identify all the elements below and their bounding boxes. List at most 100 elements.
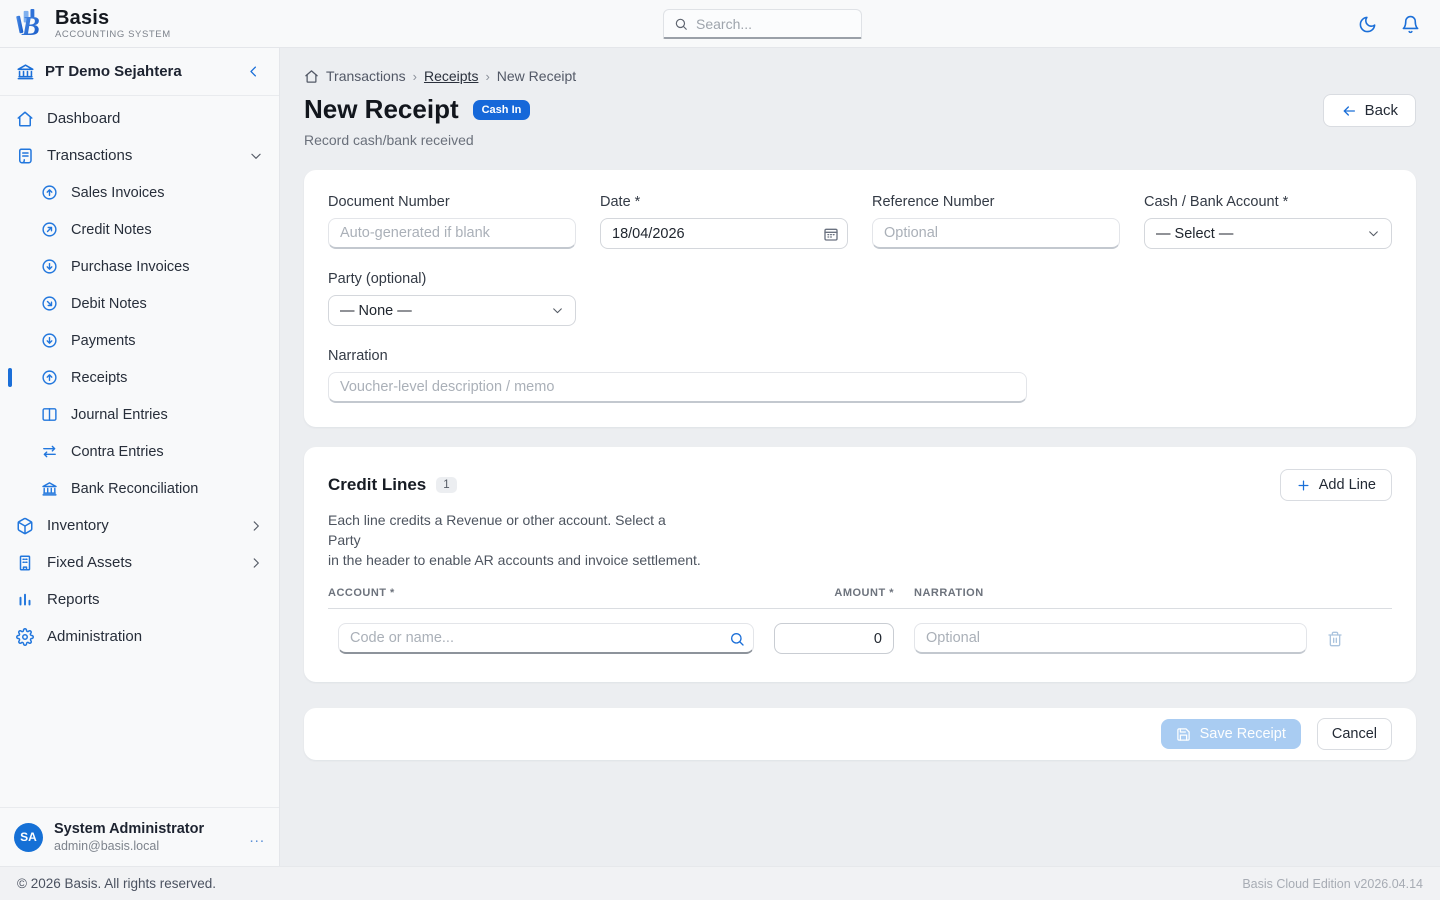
sidebar-item-receipts[interactable]: Receipts [0,359,279,396]
chevron-left-icon [246,64,261,79]
sidebar-item-label: Fixed Assets [47,554,132,571]
actions-card: Save Receipt Cancel [304,708,1416,760]
copyright: © 2026 Basis. All rights reserved. [17,876,216,891]
sidebar-item-label: Administration [47,628,142,645]
magnifier-icon [729,631,745,647]
cash-in-badge: Cash In [473,100,531,120]
sidebar-item-debit-notes[interactable]: Debit Notes [0,285,279,322]
dark-mode-toggle[interactable] [1356,13,1379,36]
chevron-down-icon [551,304,564,317]
breadcrumb-current: New Receipt [497,68,576,84]
document-number-label: Document Number [328,194,576,210]
back-button[interactable]: Back [1323,94,1416,127]
document-number-input[interactable] [328,218,576,249]
svg-text:B: B [21,11,40,40]
sidebar-item-purchase-invoices[interactable]: Purchase Invoices [0,248,279,285]
bar-chart-icon [16,591,34,609]
sidebar-item-inventory[interactable]: Inventory [0,507,279,544]
moon-icon [1358,15,1377,34]
sidebar-item-label: Sales Invoices [71,185,165,201]
chevron-right-icon [249,556,263,570]
trash-icon [1327,631,1343,647]
sidebar-item-dashboard[interactable]: Dashboard [0,100,279,137]
party-select[interactable]: — None — [328,295,576,326]
book-open-icon [41,406,58,423]
save-receipt-button[interactable]: Save Receipt [1161,719,1301,749]
sidebar-item-transactions[interactable]: Transactions [0,137,279,174]
arrow-down-circle-icon [41,258,58,275]
chevron-right-icon [249,519,263,533]
sidebar-item-sales-invoices[interactable]: Sales Invoices [0,174,279,211]
user-panel: SA System Administrator admin@basis.loca… [0,807,279,866]
sidebar-nav: Dashboard Transactions Sales Invoices C [0,96,279,807]
building-icon [16,554,34,572]
column-amount: AMOUNT * [774,587,894,599]
search-icon [674,16,688,32]
chevron-down-icon [249,149,263,163]
column-account: ACCOUNT * [328,587,754,599]
arrow-down-right-circle-icon [41,295,58,312]
scroll-icon [16,147,34,165]
sidebar-item-contra-entries[interactable]: Contra Entries [0,433,279,470]
credit-lines-card: Credit Lines 1 Add Line Each line credit… [304,447,1416,682]
floppy-icon [1176,727,1191,742]
column-narration: NARRATION [914,587,1307,599]
arrow-down-circle-icon [41,332,58,349]
sidebar-item-label: Reports [47,591,100,608]
ellipsis-icon: ... [249,829,265,846]
sidebar-item-label: Journal Entries [71,407,168,423]
package-icon [16,517,34,535]
sidebar: PT Demo Sejahtera Dashboard Transactions [0,48,280,866]
line-count-badge: 1 [436,477,456,493]
sidebar-item-label: Bank Reconciliation [71,481,198,497]
add-line-button[interactable]: Add Line [1280,469,1392,501]
cancel-button[interactable]: Cancel [1317,718,1392,750]
cash-bank-account-label: Cash / Bank Account * [1144,194,1392,210]
delete-line-button[interactable] [1327,631,1343,647]
sidebar-item-reports[interactable]: Reports [0,581,279,618]
topbar-actions [1356,0,1422,48]
page-title: New Receipt [304,94,459,125]
arrow-left-icon [1341,103,1357,119]
version-label: Basis Cloud Edition v2026.04.14 [1242,877,1423,891]
sidebar-item-credit-notes[interactable]: Credit Notes [0,211,279,248]
sidebar-item-label: Dashboard [47,110,120,127]
sidebar-collapse-button[interactable] [244,62,263,81]
sidebar-item-label: Inventory [47,517,109,534]
line-narration-input[interactable] [914,623,1307,654]
date-input[interactable] [600,218,848,249]
sidebar-item-label: Receipts [71,370,127,386]
search-input[interactable] [696,16,851,32]
swap-arrows-icon [41,443,58,460]
footer: © 2026 Basis. All rights reserved. Basis… [0,866,1440,900]
home-icon [304,69,319,84]
narration-input[interactable] [328,372,1027,403]
reference-number-input[interactable] [872,218,1120,249]
top-bar: B Basis ACCOUNTING SYSTEM [0,0,1440,48]
notifications-button[interactable] [1399,13,1422,36]
avatar: SA [14,823,43,852]
sidebar-item-fixed-assets[interactable]: Fixed Assets [0,544,279,581]
account-search-input[interactable] [338,623,754,654]
global-search[interactable] [663,9,862,39]
sidebar-item-label: Contra Entries [71,444,164,460]
credit-lines-table: ACCOUNT * AMOUNT * NARRATION [328,587,1392,654]
breadcrumb-transactions[interactable]: Transactions [326,68,406,84]
user-menu-button[interactable]: ... [249,829,265,846]
amount-input[interactable] [774,623,894,654]
page-subtitle: Record cash/bank received [304,132,530,148]
bank-icon [41,480,58,497]
sidebar-item-bank-reconciliation[interactable]: Bank Reconciliation [0,470,279,507]
chevron-down-icon [1367,227,1380,240]
bank-icon [16,62,35,81]
credit-lines-title: Credit Lines [328,475,426,495]
plus-icon [1296,478,1311,493]
brand-logo-icon: B [13,7,46,40]
sidebar-item-administration[interactable]: Administration [0,618,279,655]
receipt-header-card: Document Number Date * Reference Number [304,170,1416,427]
sidebar-item-payments[interactable]: Payments [0,322,279,359]
cash-bank-account-select[interactable]: — Select — [1144,218,1392,249]
breadcrumb-receipts-link[interactable]: Receipts [424,68,478,84]
sidebar-item-journal-entries[interactable]: Journal Entries [0,396,279,433]
user-name: System Administrator [54,821,204,837]
